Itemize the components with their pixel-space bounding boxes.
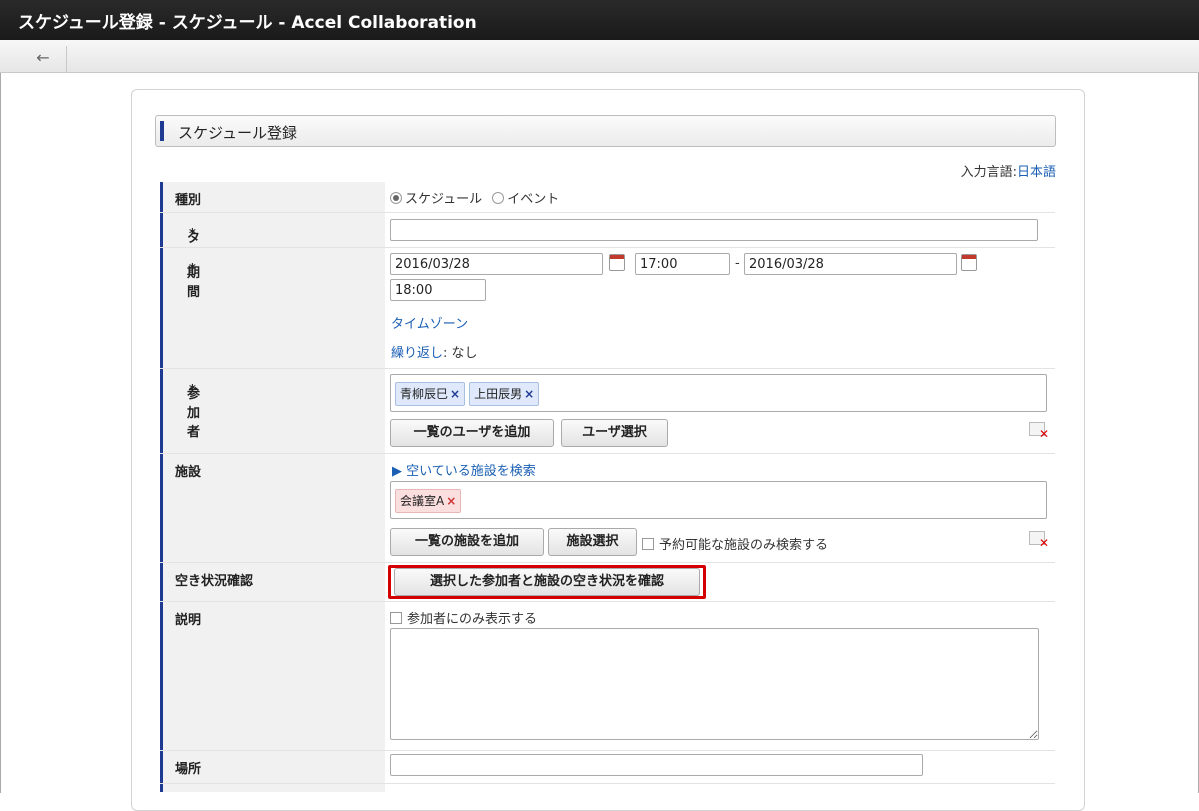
section-accent-bar <box>160 121 164 141</box>
participants-only-checkbox[interactable] <box>390 612 402 624</box>
description-textarea[interactable] <box>390 628 1039 740</box>
participants-box[interactable]: 青柳辰巳 × 上田辰男 × <box>390 374 1047 412</box>
row-availability: 空き状況確認 選択した参加者と施設の空き状況を確認 <box>160 563 1055 602</box>
radio-schedule-label: スケジュール <box>405 192 483 207</box>
back-arrow-icon: ← <box>36 48 50 67</box>
participant-chip[interactable]: 上田辰男 × <box>469 382 540 406</box>
repeat-setting: 繰り返し: なし <box>391 342 478 361</box>
row-availability-head: 空き状況確認 <box>160 563 385 601</box>
back-button[interactable]: ← <box>20 46 67 72</box>
repeat-value: : なし <box>443 346 478 361</box>
row-period: 期間* - タイムゾーン 繰り返し: なし <box>160 248 1055 369</box>
participant-chip-label: 上田辰男 <box>474 387 523 401</box>
row-participants: 参加者 * 青柳辰巳 × 上田辰男 × 一覧のユーザを追加 ユーザ選択 ✕ <box>160 369 1055 454</box>
facility-chip-label: 会議室A <box>400 494 445 508</box>
section-header: スケジュール登録 <box>155 115 1056 147</box>
participant-chip-label: 青柳辰巳 <box>400 387 449 401</box>
end-date-input[interactable] <box>744 253 957 275</box>
check-availability-button[interactable]: 選択した参加者と施設の空き状況を確認 <box>394 568 700 596</box>
description-label: 説明 <box>175 613 202 628</box>
start-time-input[interactable] <box>635 253 730 275</box>
search-facility-link[interactable]: 空いている施設を検索 <box>406 464 536 479</box>
user-select-button[interactable]: ユーザ選択 <box>561 419 668 447</box>
clear-facilities-icon[interactable]: ✕ <box>1029 531 1049 550</box>
facility-label: 施設 <box>175 465 202 480</box>
participants-required-mark: * <box>189 383 196 398</box>
end-calendar-icon[interactable] <box>961 254 977 271</box>
reservable-only-label: 予約可能な施設のみ検索する <box>659 538 829 553</box>
repeat-link[interactable]: 繰り返し <box>391 346 443 361</box>
search-facility-toggle[interactable]: ▶ 空いている施設を検索 <box>392 460 536 479</box>
participants-only-option[interactable]: 参加者にのみ表示する <box>390 608 537 627</box>
input-language-link[interactable]: 日本語 <box>1017 165 1056 180</box>
radio-event[interactable] <box>492 192 505 204</box>
triangle-right-icon: ▶ <box>392 464 402 479</box>
start-date-input[interactable] <box>390 253 603 275</box>
row-title-head: タイトル* <box>160 213 385 303</box>
section-title: スケジュール登録 <box>178 124 297 142</box>
row-facility: 施設 ▶ 空いている施設を検索 会議室A × 一覧の施設を追加 施設選択 予約可能… <box>160 454 1055 563</box>
facility-box[interactable]: 会議室A × <box>390 481 1047 519</box>
title-required-mark: * <box>189 227 196 242</box>
start-calendar-icon[interactable] <box>609 254 625 271</box>
row-type-head: 種別 <box>160 182 385 212</box>
remove-icon[interactable]: × <box>450 387 460 401</box>
row-next-partial <box>160 784 1055 792</box>
row-next-head <box>160 784 385 792</box>
row-description: 説明 参加者にのみ表示する <box>160 602 1055 751</box>
radio-event-label: イベント <box>507 192 560 207</box>
clear-participants-icon[interactable]: ✕ <box>1029 422 1049 441</box>
participant-chip[interactable]: 青柳辰巳 × <box>395 382 466 406</box>
row-description-head: 説明 <box>160 602 385 750</box>
row-type: 種別 スケジュール イベント <box>160 182 1055 213</box>
row-location: 場所 <box>160 751 1055 784</box>
participants-only-label: 参加者にのみ表示する <box>407 612 538 627</box>
period-required-mark: * <box>189 262 196 277</box>
add-list-users-button[interactable]: 一覧のユーザを追加 <box>390 419 554 447</box>
row-location-head: 場所 <box>160 751 385 783</box>
type-label: 種別 <box>175 193 202 208</box>
window-title: スケジュール登録 - スケジュール - Accel Collaboration <box>18 13 477 33</box>
timezone-link[interactable]: タイムゾーン <box>391 313 468 332</box>
title-input[interactable] <box>390 219 1038 241</box>
end-time-input[interactable] <box>390 279 486 301</box>
facility-select-button[interactable]: 施設選択 <box>548 528 637 556</box>
row-period-head: 期間 * <box>160 248 385 368</box>
toolbar <box>0 40 1199 73</box>
remove-icon[interactable]: × <box>446 494 456 508</box>
input-language-label: 入力言語: <box>960 165 1017 180</box>
location-label: 場所 <box>175 762 202 777</box>
reservable-only-checkbox[interactable] <box>642 538 654 550</box>
radio-schedule[interactable] <box>390 192 402 204</box>
row-participants-head: 参加者 * <box>160 369 385 453</box>
remove-icon[interactable]: × <box>524 387 534 401</box>
availability-label: 空き状況確認 <box>175 574 254 589</box>
row-title: タイトル* <box>160 213 1055 303</box>
row-facility-head: 施設 <box>160 454 385 562</box>
add-list-facilities-button[interactable]: 一覧の施設を追加 <box>390 528 544 556</box>
facility-chip[interactable]: 会議室A × <box>395 489 462 513</box>
input-language: 入力言語:日本語 <box>961 161 1056 180</box>
window-titlebar: スケジュール登録 - スケジュール - Accel Collaboration <box>0 0 1199 40</box>
location-input[interactable] <box>390 754 923 776</box>
period-separator: - <box>735 256 740 271</box>
reservable-only-option[interactable]: 予約可能な施設のみ検索する <box>642 534 828 553</box>
